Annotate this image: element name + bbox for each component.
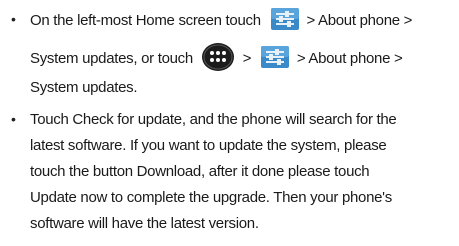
step-2-line-2: latest software. If you want to update t… — [30, 137, 387, 154]
bullet-marker: • — [11, 111, 16, 127]
step-1-text-b: > About phone > — [306, 11, 413, 29]
step-1-line-3: System updates. — [30, 78, 138, 98]
settings-sliders-icon — [270, 8, 299, 30]
step-1-line-1: On the left-most Home screen touch > Abo… — [30, 8, 413, 32]
step-1-text-c: System updates, or touch — [30, 49, 193, 67]
step-2-line-1: Touch Check for update, and the phone wi… — [30, 111, 397, 128]
list-item-step-1: • On the left-most Home screen touch > A… — [0, 4, 459, 104]
instruction-document: • On the left-most Home screen touch > A… — [0, 0, 459, 246]
step-1-text-e: > About phone > — [296, 49, 403, 67]
step-1-text-a: On the left-most Home screen touch — [30, 11, 261, 29]
step-2-line-4: Update now to complete the upgrade. Then… — [30, 189, 392, 206]
step-2-line-5: software will have the latest version. — [30, 215, 259, 232]
step-2-line-3: touch the button Download, after it done… — [30, 163, 370, 180]
step-1-text-d: > — [242, 49, 252, 67]
step-1-text-f: System updates. — [30, 79, 138, 96]
list-item-step-2: • Touch Check for update, and the phone … — [0, 106, 459, 246]
apps-drawer-icon — [201, 43, 234, 71]
bullet-marker: • — [11, 11, 16, 27]
settings-sliders-icon — [260, 46, 289, 68]
step-1-line-2: System updates, or touch > > About phone… — [30, 43, 403, 74]
